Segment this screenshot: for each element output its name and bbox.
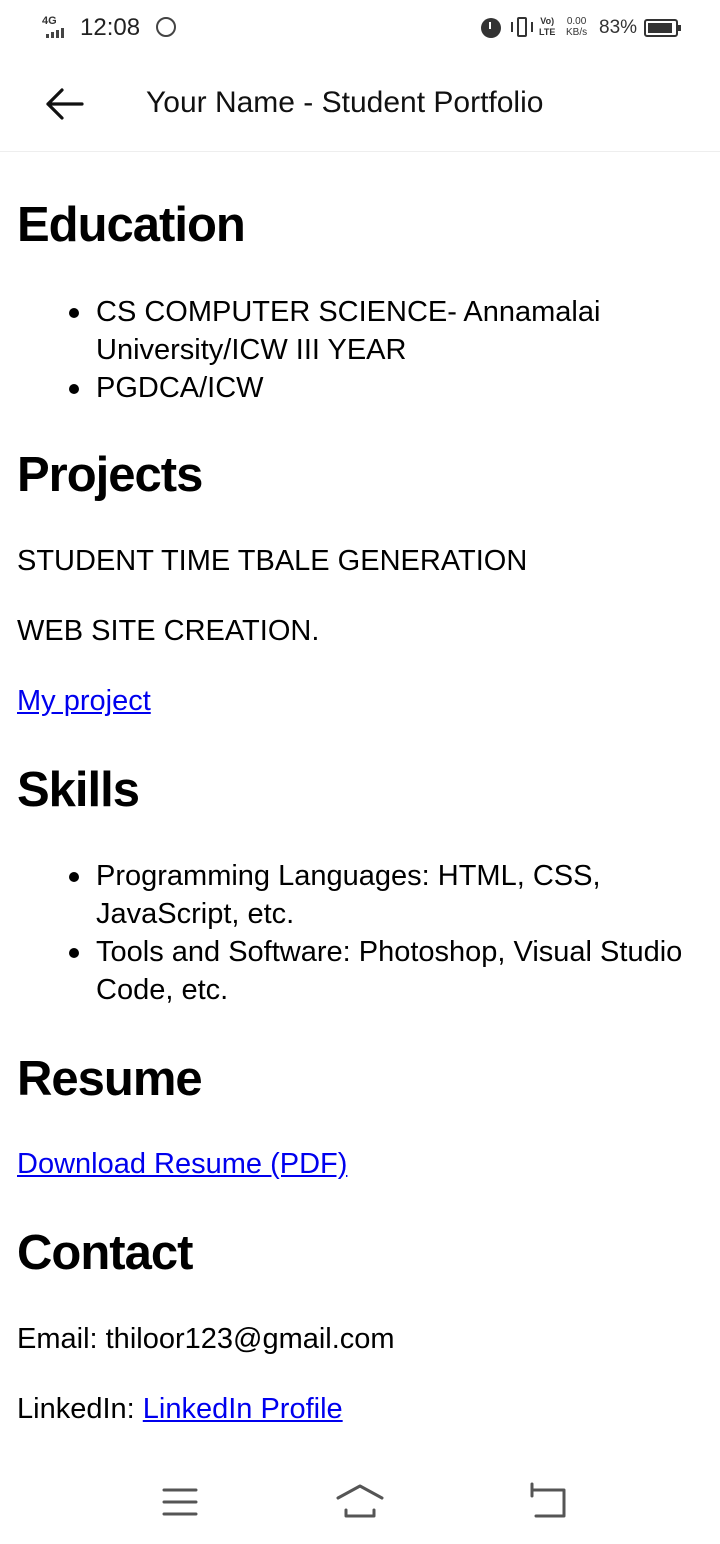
resume-heading: Resume [17, 1052, 203, 1106]
speed-unit: KB/s [566, 27, 588, 38]
status-bar: 4G 12:08 Vo) LTE 0.00 KB/s 83% [0, 0, 720, 56]
education-list: CS COMPUTER SCIENCE- Annamalai Universit… [69, 293, 696, 407]
my-project-link[interactable]: My project [17, 685, 151, 717]
skill-item: Tools and Software: Photoshop, Visual St… [69, 933, 696, 1009]
download-resume-link[interactable]: Download Resume (PDF) [17, 1148, 347, 1180]
battery-icon [644, 19, 681, 37]
linkedin-label: LinkedIn: [17, 1393, 143, 1425]
volte-bottom: LTE [539, 27, 556, 37]
contact-linkedin: LinkedIn: LinkedIn Profile [17, 1390, 343, 1428]
back-button[interactable] [40, 82, 88, 126]
contact-heading: Contact [17, 1226, 193, 1280]
arrow-left-icon [46, 88, 84, 120]
app-bar: Your Name - Student Portfolio [0, 56, 720, 152]
volte-indicator: Vo) LTE [539, 16, 555, 38]
signal-icon [46, 28, 64, 38]
home-icon [336, 1484, 384, 1518]
return-icon [530, 1482, 566, 1518]
menu-button[interactable] [150, 1480, 210, 1524]
volte-top: Vo) [540, 16, 555, 26]
education-item: PGDCA/ICW [69, 369, 696, 407]
project-item: STUDENT TIME TBALE GENERATION [17, 545, 528, 577]
vibrate-icon [509, 15, 535, 39]
skills-list: Programming Languages: HTML, CSS, JavaSc… [69, 857, 696, 1009]
clock: 12:08 [80, 14, 141, 41]
clipped-text-fragment [96, 153, 156, 155]
network-speed: 0.00 KB/s [566, 16, 587, 38]
menu-icon [162, 1488, 198, 1516]
projects-heading: Projects [17, 448, 203, 502]
project-item: WEB SITE CREATION. [17, 615, 320, 647]
whatsapp-icon [156, 17, 176, 37]
linkedin-profile-link[interactable]: LinkedIn Profile [143, 1393, 343, 1425]
back-nav-button[interactable] [518, 1480, 578, 1524]
contact-email: Email: thiloor123@gmail.com [17, 1323, 395, 1355]
skills-heading: Skills [17, 763, 140, 817]
skill-item: Programming Languages: HTML, CSS, JavaSc… [69, 857, 696, 933]
speed-value: 0.00 [566, 16, 587, 27]
network-type: 4G [42, 15, 57, 27]
battery-percent: 83% [599, 17, 638, 38]
home-button[interactable] [330, 1480, 390, 1524]
alarm-icon [481, 18, 501, 38]
portfolio-content[interactable]: Education CS COMPUTER SCIENCE- Annamalai… [0, 153, 720, 1457]
page-title: Your Name - Student Portfolio [146, 86, 544, 119]
education-item: CS COMPUTER SCIENCE- Annamalai Universit… [69, 293, 696, 369]
education-heading: Education [17, 198, 246, 252]
system-nav-bar [0, 1458, 720, 1544]
